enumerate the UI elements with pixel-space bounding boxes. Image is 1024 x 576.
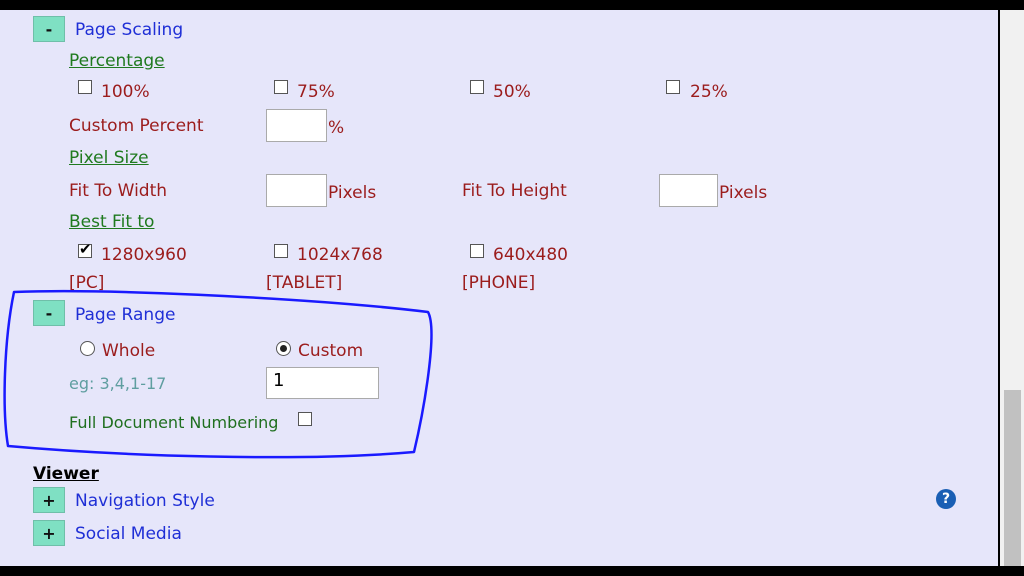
- annotation-outline: [3, 289, 433, 459]
